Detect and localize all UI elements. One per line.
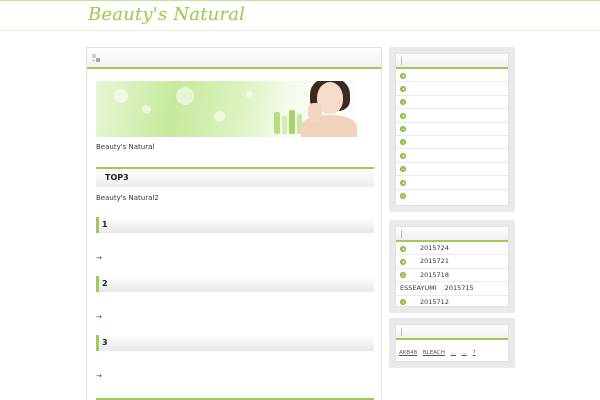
bullet-icon: [400, 272, 406, 279]
bullet-icon: [400, 112, 406, 119]
rank-heading-2: 2: [96, 276, 374, 292]
tag-link[interactable]: ?: [473, 350, 476, 356]
category-item[interactable]: [396, 136, 508, 150]
category-item[interactable]: [396, 82, 508, 96]
recent-post-item[interactable]: 2015718: [396, 269, 508, 283]
bullet-icon: [400, 99, 406, 106]
bullet-icon: [400, 193, 406, 200]
category-item[interactable]: [396, 96, 508, 110]
post-date: 2015721: [420, 257, 449, 266]
top3-heading: TOP3: [96, 167, 374, 187]
bullet-icon: [400, 299, 406, 306]
tag-link[interactable]: ...: [462, 350, 467, 356]
category-widget: [389, 47, 515, 212]
post-date: 2015715: [444, 284, 474, 293]
tag-link[interactable]: ...: [451, 350, 456, 356]
recent-posts-header: [396, 227, 508, 242]
rank-1-link[interactable]: →: [96, 254, 102, 262]
category-item[interactable]: [396, 190, 508, 203]
recent-post-item[interactable]: 2015724: [396, 242, 508, 256]
tags-widget: AKB48 BLEACH ... ... ?: [389, 318, 515, 368]
post-prefix: ESSEAYUMI: [400, 284, 437, 293]
hero-banner: [96, 81, 358, 137]
recent-post-item[interactable]: 2015712: [396, 296, 508, 309]
tag-link[interactable]: BLEACH: [423, 350, 445, 356]
intro-text: Beauty's Natural: [96, 143, 155, 151]
category-widget-header: [396, 54, 508, 69]
bullet-icon: [400, 245, 406, 252]
bullet-icon: [400, 126, 406, 133]
breadcrumb-icon: [92, 54, 100, 62]
rank-heading-3: 3: [96, 335, 374, 351]
breadcrumb-bar: [87, 48, 381, 69]
recent-post-item[interactable]: ESSEAYUMI 2015715: [396, 282, 508, 296]
recent-post-item[interactable]: 2015721: [396, 255, 508, 269]
category-item[interactable]: [396, 176, 508, 190]
tag-cloud: AKB48 BLEACH ... ... ?: [396, 340, 508, 356]
tag-link[interactable]: AKB48: [399, 350, 417, 356]
bullet-icon: [400, 139, 406, 146]
tags-widget-header: [396, 325, 508, 340]
bullet-icon: [400, 152, 406, 159]
recent-posts-widget: 2015724 2015721 2015718 ESSEAYUMI 2015715…: [389, 220, 515, 313]
rank-2-link[interactable]: →: [96, 313, 102, 321]
bullet-icon: [400, 85, 406, 92]
bullet-icon: [400, 179, 406, 186]
bullet-icon: [400, 72, 406, 79]
main-content: Beauty's Natural TOP3 Beauty's Natural2 …: [86, 47, 382, 400]
rank-3-link[interactable]: →: [96, 372, 102, 380]
header-divider: [0, 30, 600, 31]
bullet-icon: [400, 166, 406, 173]
category-item[interactable]: [396, 109, 508, 123]
category-item[interactable]: [396, 123, 508, 136]
bullet-icon: [400, 258, 406, 265]
rank-heading-1: 1: [96, 217, 374, 233]
category-item[interactable]: [396, 69, 508, 83]
post-date: 2015724: [420, 244, 449, 252]
site-logo[interactable]: Beauty's Natural: [88, 4, 245, 25]
category-item[interactable]: [396, 163, 508, 177]
post-date: 2015718: [420, 270, 449, 279]
post-date: 2015712: [420, 297, 449, 306]
category-item[interactable]: [396, 149, 508, 163]
top3-text: Beauty's Natural2: [96, 194, 159, 202]
